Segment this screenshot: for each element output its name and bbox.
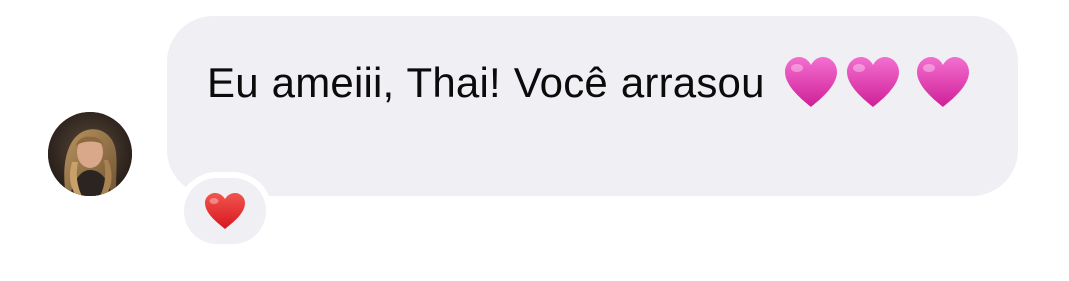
message-text: Eu ameiii, Thai! Você arrasou	[207, 59, 765, 106]
reaction-emoji	[184, 178, 266, 244]
message-bubble[interactable]: Eu ameiii, Thai! Você arrasou	[167, 16, 1018, 196]
reaction-badge[interactable]	[178, 172, 272, 250]
message-text-line: Eu ameiii, Thai! Você arrasou	[207, 52, 978, 114]
pink-heart-icon	[844, 55, 902, 109]
incoming-message-row: Eu ameiii, Thai! Você arrasou	[0, 0, 1069, 281]
avatar-photo-icon	[48, 112, 132, 196]
sender-avatar[interactable]	[48, 112, 132, 196]
pink-heart-icon	[914, 55, 972, 109]
red-heart-icon	[205, 193, 245, 229]
pink-heart-icon	[782, 55, 840, 109]
